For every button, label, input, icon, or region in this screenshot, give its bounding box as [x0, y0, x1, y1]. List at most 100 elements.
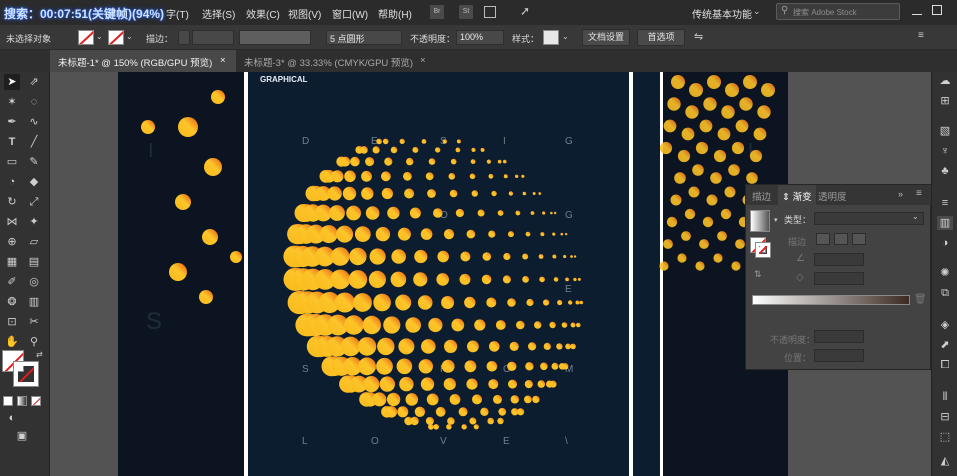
- color-guide-icon[interactable]: ◭: [937, 454, 953, 468]
- document-setup-button[interactable]: 文档设置: [582, 29, 630, 46]
- shaper-tool-icon[interactable]: ◔: [4, 174, 20, 190]
- color-mode-icon[interactable]: [3, 396, 13, 406]
- rotate-tool-icon[interactable]: ↻: [4, 194, 20, 210]
- image-trace-icon[interactable]: ▧: [937, 124, 953, 138]
- gradient-thumbnail[interactable]: [750, 210, 770, 232]
- libraries-icon[interactable]: ☁: [937, 74, 953, 88]
- artboard-tool-icon[interactable]: ⊡: [4, 314, 20, 330]
- direct-selection-tool-icon[interactable]: ⇗: [26, 74, 42, 90]
- tab-transparency[interactable]: 透明度: [818, 189, 847, 203]
- stock-search-input[interactable]: 搜索 Adobe Stock: [776, 3, 900, 20]
- stroke-weight-stepper[interactable]: [178, 30, 190, 45]
- align-panel-icon[interactable]: ⫴: [937, 390, 953, 404]
- magic-wand-icon[interactable]: ✶: [4, 94, 20, 110]
- chevron-down-icon[interactable]: ⌄: [126, 32, 133, 41]
- bridge-icon[interactable]: Br: [430, 5, 444, 19]
- stroke-swatch[interactable]: [108, 30, 124, 45]
- chevron-down-icon[interactable]: ▾: [774, 216, 778, 224]
- close-icon[interactable]: ×: [220, 55, 226, 66]
- artboards-icon[interactable]: ⧠: [937, 358, 953, 372]
- pathfinder-icon[interactable]: ⊟: [937, 410, 953, 424]
- gradient-mode-icon[interactable]: [17, 396, 27, 406]
- gradient-stroke-icon[interactable]: [755, 242, 771, 258]
- stroke-weight-field[interactable]: [192, 30, 234, 45]
- properties-icon[interactable]: ⊞: [937, 94, 953, 108]
- preferences-button[interactable]: 首选项: [637, 29, 685, 46]
- arrange-documents-icon[interactable]: [484, 6, 496, 18]
- symbol-sprayer-icon[interactable]: ❂: [4, 294, 20, 310]
- gradient-tool-icon[interactable]: ▤: [26, 254, 42, 270]
- slice-tool-icon[interactable]: ✂: [26, 314, 42, 330]
- tab-stroke[interactable]: 描边: [752, 189, 771, 203]
- blend-tool-icon[interactable]: ◎: [26, 274, 42, 290]
- panel-menu-icon[interactable]: ≡: [916, 188, 922, 199]
- align-icon[interactable]: ⇋: [694, 30, 703, 43]
- menu-effect[interactable]: 效果(C): [246, 6, 280, 21]
- tab-gradient[interactable]: ⇕ 渐变: [778, 185, 816, 205]
- brush-definition-select[interactable]: 5 点圆形: [326, 30, 402, 45]
- opacity-input[interactable]: 100%: [456, 30, 504, 45]
- draw-mode-icon[interactable]: ◐: [4, 410, 20, 426]
- trash-icon[interactable]: 🗑: [914, 294, 927, 305]
- menu-select[interactable]: 选择(S): [202, 6, 235, 21]
- selection-tool-icon[interactable]: ➤: [4, 74, 20, 90]
- graphic-styles-icon[interactable]: ⧉: [937, 286, 953, 300]
- variable-width-profile[interactable]: [239, 30, 311, 45]
- curvature-tool-icon[interactable]: ∿: [26, 114, 42, 130]
- rectangle-tool-icon[interactable]: ▭: [4, 154, 20, 170]
- layers-icon[interactable]: ◈: [937, 318, 953, 332]
- type-tool-icon[interactable]: T: [4, 134, 20, 150]
- reverse-gradient-icon[interactable]: ⇅: [754, 269, 762, 280]
- symbols-icon[interactable]: ♣: [937, 164, 953, 178]
- close-icon[interactable]: ×: [420, 55, 426, 66]
- width-tool-icon[interactable]: ⋈: [4, 214, 20, 230]
- menu-window[interactable]: 窗口(W): [332, 6, 368, 21]
- menu-type[interactable]: 字(T): [166, 6, 189, 21]
- eraser-icon[interactable]: ◆: [26, 174, 42, 190]
- maximize-button[interactable]: [932, 5, 942, 15]
- lasso-icon[interactable]: ◌: [26, 94, 42, 110]
- stroke-icon[interactable]: ≡: [937, 196, 953, 210]
- menu-help[interactable]: 帮助(H): [378, 6, 412, 21]
- menu-view[interactable]: 视图(V): [288, 6, 321, 21]
- export-icon[interactable]: ⬈: [937, 338, 953, 352]
- chevron-down-icon[interactable]: ⌄: [912, 212, 919, 221]
- gpu-rocket-icon[interactable]: ➚: [520, 4, 530, 18]
- opacity-field[interactable]: [814, 330, 864, 343]
- hand-tool-icon[interactable]: ✋: [4, 334, 20, 350]
- appearance-icon[interactable]: ✺: [937, 266, 953, 280]
- stroke-across-icon[interactable]: [852, 233, 866, 245]
- none-mode-icon[interactable]: [31, 396, 41, 406]
- aspect-ratio-field[interactable]: [814, 272, 864, 285]
- zoom-tool-icon[interactable]: ⚲: [26, 334, 42, 350]
- puppet-warp-icon[interactable]: ✦: [26, 214, 42, 230]
- position-field[interactable]: [814, 349, 864, 362]
- transform-icon[interactable]: ⬚: [937, 430, 953, 444]
- gradient-type-select[interactable]: [814, 212, 924, 225]
- mesh-tool-icon[interactable]: ▦: [4, 254, 20, 270]
- paintbrush-icon[interactable]: ✎: [26, 154, 42, 170]
- panel-menu-icon[interactable]: ≡: [918, 30, 924, 41]
- brushes-icon[interactable]: ♆: [937, 144, 953, 158]
- chevron-down-icon[interactable]: ⌄: [753, 6, 761, 17]
- fill-swatch[interactable]: [78, 30, 94, 45]
- scale-tool-icon[interactable]: ⤢: [26, 194, 42, 210]
- transparency-icon[interactable]: ◑: [937, 236, 953, 250]
- stroke-within-icon[interactable]: [816, 233, 830, 245]
- workspace-switcher[interactable]: 传统基本功能: [692, 6, 752, 21]
- stock-icon[interactable]: St: [459, 5, 473, 19]
- graphic-style-swatch[interactable]: [543, 30, 559, 45]
- column-graph-icon[interactable]: ▥: [26, 294, 42, 310]
- collapse-icon[interactable]: »: [898, 189, 903, 199]
- pen-tool-icon[interactable]: ✒: [4, 114, 20, 130]
- tab-document-3[interactable]: 未标题-3* @ 33.33% (CMYK/GPU 预览) ×: [236, 50, 436, 72]
- chevron-down-icon[interactable]: ⌄: [562, 32, 569, 41]
- swap-colors-icon[interactable]: ⇄: [36, 350, 43, 359]
- line-tool-icon[interactable]: ╱: [26, 134, 42, 150]
- eyedropper-icon[interactable]: ✐: [4, 274, 20, 290]
- screen-mode-icon[interactable]: ▣: [14, 428, 30, 444]
- stroke-along-icon[interactable]: [834, 233, 848, 245]
- perspective-grid-icon[interactable]: ▱: [26, 234, 42, 250]
- stroke-color-box[interactable]: [13, 361, 39, 387]
- gradient-slider[interactable]: [752, 295, 910, 305]
